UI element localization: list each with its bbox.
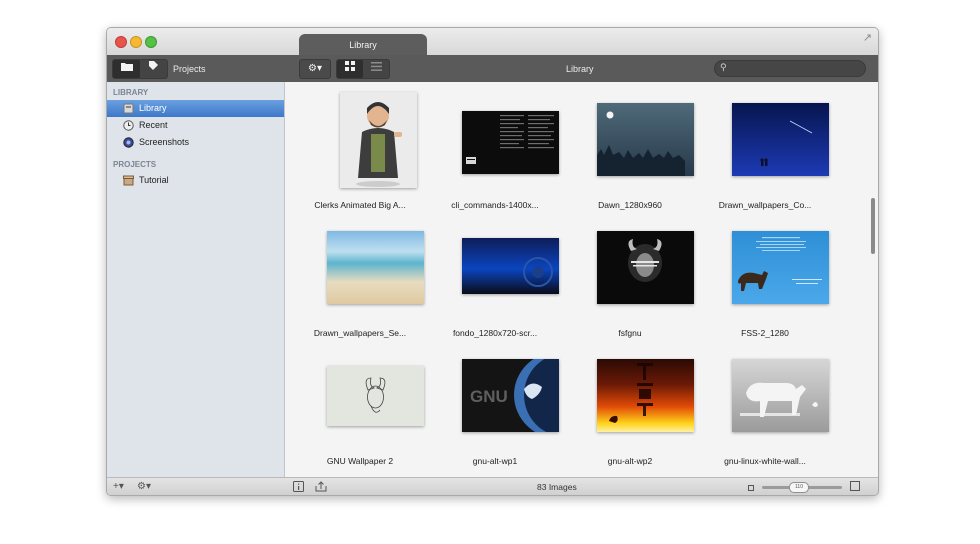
grid-item[interactable]: Dawn_1280x960 (565, 92, 695, 220)
search-input[interactable]: ⚲ (714, 60, 866, 77)
minimize-window-button[interactable] (130, 36, 142, 48)
grid-item-caption: gnu-linux-white-wall... (724, 456, 806, 466)
grid-item-caption: GNU Wallpaper 2 (326, 456, 394, 466)
grid-item-caption: Drawn_wallpapers_Se... (313, 328, 407, 338)
grid-item[interactable]: FSS-2_1280 (700, 220, 830, 348)
grid-item[interactable]: fsfgnu (565, 220, 695, 348)
grid-item-caption: cli_commands-1400x... (451, 200, 539, 210)
sidebar-title: Projects (173, 64, 206, 74)
grid-item[interactable]: gnu-linux-white-wall... (700, 348, 830, 476)
grid-item-caption: FSS-2_1280 (741, 328, 789, 338)
thumbnail-terminal (462, 111, 559, 174)
thumbnail-gnu-dark (597, 231, 694, 304)
thumbnail-blue (462, 238, 559, 294)
grid-item[interactable]: cli_commands-1400x... (430, 92, 560, 220)
library-section-header: LIBRARY (113, 88, 149, 97)
fullscreen-icon[interactable]: ↗ (863, 31, 872, 44)
image-count: 83 Images (537, 482, 577, 492)
grid-item-caption: gnu-alt-wp1 (472, 456, 518, 466)
large-thumbnail-icon (850, 481, 860, 494)
sidebar-item-screenshots[interactable]: Screenshots (107, 134, 284, 151)
grid-item-caption: Drawn_wallpapers_Co... (718, 200, 812, 210)
grid-item-caption: fsfgnu (618, 328, 642, 338)
tab-library[interactable]: Library (299, 34, 427, 55)
sidebar-item-library[interactable]: Library (107, 100, 284, 117)
action-menu-button[interactable]: ⚙▾ (299, 59, 331, 79)
image-grid: Clerks Animated Big A... cli_commands-14… (285, 82, 878, 477)
grid-item[interactable]: Clerks Animated Big A... (295, 92, 425, 220)
thumbnail-dawn (597, 103, 694, 176)
thumbnail-night (732, 103, 829, 176)
thumbnail-white-wall (732, 359, 829, 432)
gear-icon: ⚙▾ (308, 63, 322, 74)
box-icon (123, 175, 134, 186)
thumbnail-gnu-light (327, 366, 424, 426)
grid-item[interactable]: Drawn_wallpapers_Se... (295, 220, 425, 348)
thumbnail-gnu-alt2 (597, 359, 694, 432)
grid-item[interactable]: Drawn_wallpapers_Co... (700, 92, 830, 220)
add-icon[interactable]: +▾ (113, 481, 124, 492)
thumbnail-portrait (340, 92, 417, 188)
grid-item-caption: fondo_1280x720-scr... (452, 328, 538, 338)
sidebar-item-tutorial[interactable]: Tutorial (107, 172, 284, 189)
app-window: Library ↗ Projects ⚙▾ Library ⚲ LIBRARY … (106, 27, 879, 496)
camera-icon (123, 137, 134, 148)
grid-item-caption: gnu-alt-wp2 (607, 456, 653, 466)
grid-view-icon[interactable] (337, 60, 363, 78)
sidebar-mode-segment (112, 59, 168, 79)
grid-item-caption: Dawn_1280x960 (598, 200, 662, 210)
projects-section-header: PROJECTS (113, 160, 157, 169)
list-view-icon[interactable] (363, 60, 389, 78)
grid-item-caption: Clerks Animated Big A... (314, 200, 406, 210)
gear-icon[interactable]: ⚙▾ (137, 481, 151, 492)
sidebar: LIBRARY Library Recent Screenshots PROJE… (107, 82, 285, 477)
vertical-scrollbar[interactable] (871, 198, 875, 254)
grid-item[interactable]: GNU gnu-alt-wp1 (430, 348, 560, 476)
folder-icon[interactable] (113, 60, 140, 78)
sidebar-item-label: Tutorial (139, 175, 169, 185)
sidebar-item-label: Screenshots (139, 137, 190, 147)
sidebar-item-label: Library (139, 103, 167, 113)
tag-icon[interactable] (140, 60, 167, 78)
grid-item[interactable]: gnu-alt-wp2 (565, 348, 695, 476)
zoom-slider-knob[interactable]: 110 (789, 482, 809, 493)
view-mode-segment (336, 59, 390, 79)
clock-icon (123, 120, 134, 131)
thumbnail-fss (732, 231, 829, 304)
sidebar-item-recent[interactable]: Recent (107, 117, 284, 134)
library-icon (123, 103, 134, 114)
grid-item[interactable]: fondo_1280x720-scr... (430, 220, 560, 348)
thumbnail-gnu-alt1: GNU (462, 359, 559, 432)
zoom-slider[interactable]: 110 (762, 482, 842, 493)
zoom-window-button[interactable] (145, 36, 157, 48)
toolbar: Projects ⚙▾ Library ⚲ (107, 55, 878, 82)
small-thumbnail-icon (748, 483, 754, 494)
close-window-button[interactable] (115, 36, 127, 48)
thumbnail-beach (327, 231, 424, 304)
grid-item[interactable]: GNU Wallpaper 2 (295, 348, 425, 476)
search-icon: ⚲ (720, 62, 727, 72)
svg-text:GNU: GNU (470, 387, 508, 406)
title-bar: Library ↗ (107, 28, 878, 55)
info-icon[interactable] (293, 481, 304, 495)
content-title: Library (566, 64, 594, 74)
bottom-bar: +▾ ⚙▾ 83 Images 110 (107, 477, 878, 495)
share-icon[interactable] (315, 481, 327, 495)
sidebar-item-label: Recent (139, 120, 168, 130)
